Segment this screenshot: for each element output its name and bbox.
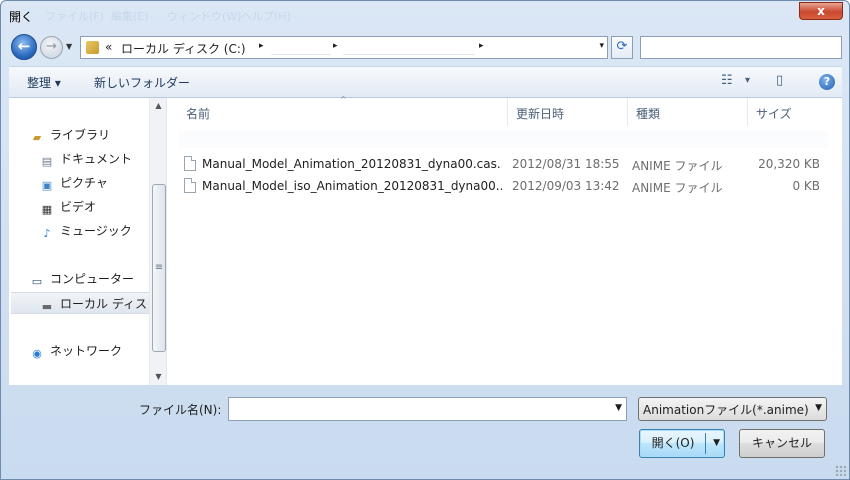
scroll-down-icon[interactable]: ▼	[150, 369, 167, 385]
open-button[interactable]: 開く(O) ▼	[639, 429, 725, 458]
nav-item-pictures[interactable]: ▣ ピクチャ	[39, 174, 108, 193]
column-header-label: サイズ	[756, 107, 792, 121]
file-name: Manual_Model_iso_Animation_20120831_dyna…	[202, 179, 502, 193]
nav-item-label: ミュージック	[60, 224, 132, 238]
nav-item-documents[interactable]: ▤ ドキュメント	[39, 150, 132, 169]
file-list: ^ 名前 更新日時 種類 サイズ Manual_Model_Animation_…	[168, 95, 842, 385]
column-header-size[interactable]: サイズ	[748, 98, 828, 126]
close-button[interactable]: x	[799, 2, 843, 20]
scrollbar-thumb[interactable]: ≡	[152, 184, 166, 352]
nav-item-label: ネットワーク	[50, 344, 123, 358]
file-type: ANIME ファイル	[632, 181, 723, 195]
column-header-label: 種類	[636, 107, 661, 121]
file-date: 2012/09/03 13:42	[512, 179, 620, 193]
content-area: ▰ ライブラリ ▤ ドキュメント ▣ ピクチャ ▦ ビデオ ♪ ミュージック ▭ コンピュー…	[9, 95, 842, 385]
ghost-menu-edit: 編集(E)	[111, 10, 149, 23]
open-file-dialog: 開く ファイル(F) 編集(E) ウィンドウ(W) ヘルプ(H) x ← → ▼…	[0, 0, 850, 480]
music-icon: ♪	[43, 227, 51, 240]
videos-icon: ▦	[41, 203, 53, 216]
file-date: 2012/08/31 18:55	[512, 157, 620, 171]
pictures-icon: ▣	[41, 179, 53, 192]
computer-icon: ▭	[31, 275, 43, 288]
file-size: 0 KB	[792, 179, 820, 193]
nav-item-label: ローカル ディス	[60, 297, 147, 311]
split-divider	[705, 433, 706, 454]
group-spacer	[178, 131, 828, 148]
file-name: Manual_Model_Animation_20120831_dyna00.c…	[202, 157, 502, 171]
network-icon: ◉	[32, 347, 42, 360]
open-button-label: 開く(O)	[651, 436, 695, 450]
preview-pane-icon[interactable]: ▯	[776, 73, 783, 88]
nav-item-music[interactable]: ♪ ミュージック	[39, 222, 132, 241]
nav-item-label: ビデオ	[60, 200, 97, 214]
forward-button[interactable]: →	[40, 36, 63, 59]
local-disk-icon: ▬	[41, 300, 53, 313]
refresh-button[interactable]: ⟳	[611, 36, 633, 59]
column-header-type[interactable]: 種類	[628, 98, 748, 126]
address-segment-blank-2[interactable]	[343, 42, 475, 55]
document-icon	[184, 178, 196, 193]
filename-label: ファイル名(N):	[139, 403, 222, 417]
file-row[interactable]: Manual_Model_iso_Animation_20120831_dyna…	[182, 176, 822, 196]
filename-field[interactable]: ▼	[228, 397, 627, 421]
title-bar[interactable]: 開く ファイル(F) 編集(E) ウィンドウ(W) ヘルプ(H) x	[1, 1, 849, 31]
nav-item-label: ドキュメント	[60, 152, 133, 166]
address-segment-local-disk[interactable]: ローカル ディスク (C:)	[121, 40, 246, 57]
back-arrow-icon: ←	[17, 37, 31, 55]
breadcrumb-arrow-icon[interactable]: ▸	[333, 41, 338, 51]
cancel-button-label: キャンセル	[751, 436, 812, 450]
column-header-name[interactable]: 名前	[178, 98, 508, 126]
address-chevron[interactable]: «	[105, 40, 112, 54]
window-title: 開く	[9, 10, 34, 24]
documents-icon: ▤	[41, 155, 53, 168]
folder-icon	[86, 41, 99, 54]
new-folder-button[interactable]: 新しいフォルダー	[94, 74, 190, 91]
organize-button[interactable]: 整理 ▾	[27, 74, 61, 91]
nav-item-computer[interactable]: ▭ コンピューター	[29, 270, 134, 289]
nav-item-label: ピクチャ	[60, 176, 108, 190]
cancel-button[interactable]: キャンセル	[739, 429, 825, 458]
navigation-scrollbar[interactable]: ▲ ≡ ▼	[149, 98, 166, 385]
ghost-menu-file: ファイル(F)	[45, 10, 104, 23]
breadcrumb-arrow-icon[interactable]: ▸	[259, 41, 264, 51]
file-type: ANIME ファイル	[632, 159, 723, 173]
command-toolbar: 整理 ▾ 新しいフォルダー ☷ ▾ ▯ ?	[9, 66, 842, 98]
nav-item-libraries[interactable]: ▰ ライブラリ	[29, 126, 110, 145]
address-bar[interactable]: « ローカル ディスク (C:) ▸ ▸ ▸ ▾	[80, 36, 608, 59]
document-icon	[184, 156, 196, 171]
filename-dropdown-icon[interactable]: ▼	[615, 403, 622, 413]
open-options-dropdown-icon[interactable]: ▼	[713, 430, 720, 457]
nav-item-network[interactable]: ◉ ネットワーク	[29, 342, 122, 361]
file-row[interactable]: Manual_Model_Animation_20120831_dyna00.c…	[182, 154, 822, 174]
refresh-icon: ⟳	[616, 39, 628, 54]
back-button[interactable]: ←	[11, 34, 37, 60]
column-header-date[interactable]: 更新日時	[508, 98, 628, 126]
ghost-menu-help: ヘルプ(H)	[241, 10, 291, 23]
view-options-icon[interactable]: ☷	[721, 73, 733, 88]
filter-value: Animationファイル(*.anime)	[643, 403, 809, 417]
forward-arrow-icon: →	[46, 39, 57, 54]
nav-item-local-disk[interactable]: ▬ ローカル ディス	[11, 292, 149, 314]
file-size: 20,320 KB	[758, 157, 820, 171]
library-icon: ▰	[32, 131, 42, 144]
nav-item-label: ライブラリ	[50, 128, 111, 142]
nav-item-videos[interactable]: ▦ ビデオ	[39, 198, 96, 217]
recent-locations-dropdown[interactable]: ▼	[66, 42, 72, 51]
navigation-pane: ▰ ライブラリ ▤ ドキュメント ▣ ピクチャ ▦ ビデオ ♪ ミュージック ▭ コンピュー…	[9, 98, 167, 385]
nav-item-label: コンピューター	[50, 272, 135, 286]
help-icon[interactable]: ?	[819, 74, 835, 90]
ghost-menu-window: ウィンドウ(W)	[167, 10, 242, 23]
file-type-filter[interactable]: Animationファイル(*.anime) ▼	[638, 397, 827, 421]
filter-dropdown-icon[interactable]: ▼	[815, 403, 822, 413]
scroll-up-icon[interactable]: ▲	[150, 98, 167, 114]
address-segment-blank-1[interactable]	[271, 42, 331, 55]
resize-grip[interactable]	[835, 465, 846, 476]
column-header-label: 更新日時	[516, 107, 565, 121]
view-dropdown-icon[interactable]: ▾	[745, 75, 750, 86]
breadcrumb-arrow-icon[interactable]: ▸	[479, 41, 484, 51]
search-input[interactable]	[640, 36, 842, 59]
address-dropdown-icon[interactable]: ▾	[599, 41, 604, 51]
column-header-label: 名前	[186, 107, 211, 121]
